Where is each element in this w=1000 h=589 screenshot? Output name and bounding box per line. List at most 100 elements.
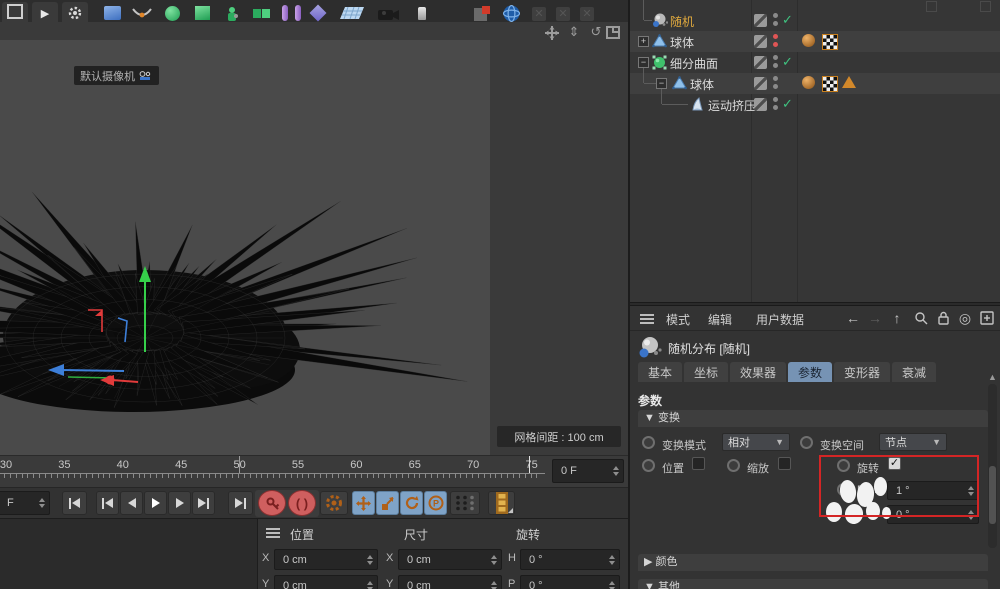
maximize-view-icon[interactable] bbox=[606, 25, 622, 39]
spinner[interactable] bbox=[367, 581, 373, 589]
spinner[interactable] bbox=[367, 555, 373, 565]
network-globe-icon[interactable] bbox=[498, 2, 524, 22]
box-tool-icon[interactable] bbox=[2, 2, 28, 22]
record-scale-button[interactable] bbox=[376, 491, 399, 515]
tab-基本[interactable]: 基本 bbox=[638, 362, 682, 382]
checker-tag-icon[interactable] bbox=[822, 76, 838, 92]
coord-input-位置-X[interactable]: 0 cm bbox=[274, 549, 378, 570]
cube-primitive-icon[interactable] bbox=[98, 2, 126, 22]
target-icon[interactable]: ◎ bbox=[956, 309, 974, 327]
tab-参数[interactable]: 参数 bbox=[788, 362, 832, 382]
coord-input-旋转-H[interactable]: 0 ° bbox=[520, 549, 620, 570]
record-position-button[interactable] bbox=[352, 491, 375, 515]
anim-dot-mode[interactable] bbox=[642, 436, 655, 449]
lock-icon[interactable] bbox=[934, 309, 952, 327]
subdivision-sphere-icon[interactable] bbox=[158, 2, 186, 22]
scroll-up-icon[interactable]: ▲ bbox=[988, 372, 996, 380]
visibility-toggle-icon[interactable] bbox=[754, 35, 767, 48]
enabled-check-icon[interactable]: ✓ bbox=[782, 96, 793, 112]
expand-toggle[interactable]: − bbox=[638, 57, 649, 68]
mode-dropdown[interactable]: 相对▼ bbox=[722, 433, 790, 451]
scrollbar[interactable] bbox=[988, 384, 997, 548]
spinner[interactable] bbox=[613, 466, 619, 476]
disabled-c-icon[interactable]: ✕ bbox=[576, 2, 598, 22]
disabled-a-icon[interactable]: ✕ bbox=[528, 2, 550, 22]
enable-dot-top[interactable] bbox=[773, 34, 778, 39]
coord-input-旋转-P[interactable]: 0 ° bbox=[520, 575, 620, 589]
color-section-bar[interactable]: ▶ 颜色 bbox=[638, 554, 988, 571]
visibility-toggle-icon[interactable] bbox=[754, 56, 767, 69]
pan-view-icon[interactable] bbox=[544, 25, 560, 39]
material-icon[interactable] bbox=[470, 2, 494, 22]
tab-坐标[interactable]: 坐标 bbox=[684, 362, 728, 382]
other-section-bar[interactable]: ▼ 其他 bbox=[638, 579, 988, 589]
frame-field[interactable]: 0 F bbox=[552, 459, 624, 483]
tab-效果器[interactable]: 效果器 bbox=[730, 362, 786, 382]
scale-checkbox[interactable] bbox=[778, 457, 791, 470]
cube-green-icon[interactable] bbox=[188, 2, 216, 22]
plane-grid-icon[interactable] bbox=[336, 2, 368, 22]
prev-key-button[interactable] bbox=[96, 491, 119, 515]
current-frame-marker[interactable] bbox=[529, 456, 530, 473]
goto-end-button[interactable] bbox=[228, 491, 253, 515]
coords-menu-icon[interactable] bbox=[266, 528, 280, 538]
object-row[interactable]: +球体 bbox=[630, 31, 1000, 52]
enabled-check-icon[interactable]: ✓ bbox=[782, 12, 793, 28]
enable-dot-top[interactable] bbox=[773, 13, 778, 18]
transform-group-bar[interactable]: ▼ 变换 bbox=[638, 410, 988, 427]
camera-label[interactable]: 默认摄像机 bbox=[74, 66, 159, 85]
enable-dot-bottom[interactable] bbox=[773, 84, 778, 89]
camera-view[interactable]: 默认摄像机 bbox=[0, 40, 490, 455]
expand-toggle[interactable]: + bbox=[638, 36, 649, 47]
enable-dot-bottom[interactable] bbox=[773, 21, 778, 26]
capsule-a-icon[interactable] bbox=[279, 2, 291, 22]
timeline-ruler[interactable]: 303540455055606570750 F bbox=[0, 455, 628, 488]
record-keyframe-button[interactable] bbox=[258, 490, 286, 516]
object-row[interactable]: 随机✓ bbox=[630, 10, 1000, 31]
visibility-toggle-icon[interactable] bbox=[754, 14, 767, 27]
timeline-mode-button[interactable] bbox=[488, 491, 515, 515]
object-row[interactable]: −球体 bbox=[630, 73, 1000, 94]
prev-frame-button[interactable] bbox=[120, 491, 143, 515]
crystal-icon[interactable] bbox=[306, 2, 330, 22]
back-arrow-icon[interactable]: ← bbox=[844, 309, 862, 327]
checker-tag-icon[interactable] bbox=[822, 34, 838, 50]
record-point-level-button[interactable] bbox=[450, 491, 480, 515]
dolly-view-icon[interactable]: ⇕ bbox=[566, 25, 582, 39]
disabled-b-icon[interactable]: ✕ bbox=[552, 2, 574, 22]
array-green-icon[interactable] bbox=[248, 2, 276, 22]
triangle-tag-icon[interactable] bbox=[842, 76, 856, 88]
goto-start-button[interactable] bbox=[62, 491, 87, 515]
keyframe-options-button[interactable] bbox=[320, 491, 348, 515]
spinner[interactable] bbox=[609, 555, 615, 565]
light-icon[interactable] bbox=[414, 2, 430, 22]
transport-frame-field[interactable]: F bbox=[0, 491, 50, 515]
figure-green-icon[interactable] bbox=[218, 2, 246, 22]
record-parameter-button[interactable]: P bbox=[424, 491, 447, 515]
spinner[interactable] bbox=[491, 581, 497, 589]
material-sphere-icon[interactable] bbox=[802, 76, 815, 89]
autokey-button[interactable]: ( ) bbox=[288, 490, 316, 516]
visibility-toggle-icon[interactable] bbox=[754, 77, 767, 90]
spline-pen-icon[interactable] bbox=[128, 2, 156, 22]
anim-dot-space[interactable] bbox=[800, 436, 813, 449]
material-sphere-icon[interactable] bbox=[802, 34, 815, 47]
forward-arrow-icon[interactable]: → bbox=[866, 309, 884, 327]
attr-menu-userdata[interactable]: 用户数据 bbox=[756, 311, 804, 328]
visibility-toggle-icon[interactable] bbox=[754, 98, 767, 111]
attr-menu-mode[interactable]: 模式 bbox=[666, 311, 690, 328]
space-dropdown[interactable]: 节点▼ bbox=[879, 433, 947, 451]
spinner[interactable] bbox=[491, 555, 497, 565]
range-marker[interactable] bbox=[239, 456, 240, 473]
up-arrow-icon[interactable]: ↑ bbox=[888, 309, 906, 327]
record-rotation-button[interactable] bbox=[400, 491, 423, 515]
coord-input-位置-Y[interactable]: 0 cm bbox=[274, 575, 378, 589]
enable-dot-top[interactable] bbox=[773, 97, 778, 102]
play-button[interactable] bbox=[144, 491, 167, 515]
enable-dot-top[interactable] bbox=[773, 55, 778, 60]
object-row[interactable]: −细分曲面✓ bbox=[630, 52, 1000, 73]
enable-dot-bottom[interactable] bbox=[773, 63, 778, 68]
enabled-check-icon[interactable]: ✓ bbox=[782, 54, 793, 70]
gear-tool-icon[interactable] bbox=[62, 2, 88, 22]
tab-衰减[interactable]: 衰减 bbox=[892, 362, 936, 382]
